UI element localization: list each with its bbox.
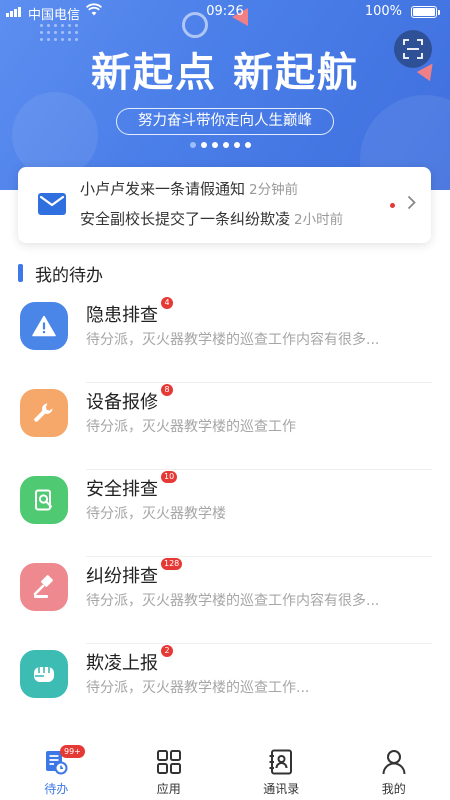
todo-icon-tile — [20, 389, 68, 437]
pager-dot[interactable] — [245, 142, 251, 148]
todo-description: 待分派，灭火器教学楼的巡查工作 — [86, 419, 296, 435]
notice-card[interactable]: 小卢卢发来一条请假通知 2分钟前 安全副校长提交了一条纠纷欺凌 2小时前 — [18, 167, 431, 243]
todo-description: 待分派，灭火器教学楼的巡查工作内容有很多... — [86, 332, 380, 348]
battery-percent: 100% — [364, 4, 402, 19]
notice-text: 小卢卢发来一条请假通知 — [80, 180, 246, 198]
pager-dot[interactable] — [223, 142, 229, 148]
tab-label: 通讯录 — [263, 782, 300, 796]
inspect-icon — [35, 489, 52, 511]
count-badge: 2 — [161, 645, 173, 657]
section-header: 我的待办 — [18, 262, 103, 286]
tab-contacts[interactable]: 通讯录 — [225, 740, 338, 800]
todo-title: 隐患排查 — [86, 305, 158, 326]
tab-label: 待办 — [44, 782, 69, 796]
pager-dot[interactable] — [201, 142, 207, 148]
count-badge: 4 — [161, 297, 173, 309]
gavel-icon — [33, 575, 53, 598]
todo-item-repair[interactable]: 设备报修 8 待分派，灭火器教学楼的巡查工作 — [0, 383, 450, 470]
chevron-right-icon[interactable] — [407, 194, 416, 215]
todo-description: 待分派，灭火器教学楼的巡查工作... — [86, 680, 310, 696]
todo-icon-tile — [20, 563, 68, 611]
todo-icon-tile — [20, 302, 68, 350]
tab-badge: 99+ — [60, 745, 85, 758]
pager-dot[interactable] — [190, 142, 196, 148]
banner[interactable]: 中国电信 09:26 100% 新起点 新起航 努力奋斗带你走向人生巅峰 — [0, 0, 450, 190]
status-bar: 中国电信 09:26 100% — [0, 0, 450, 24]
banner-title: 新起点 新起航 — [91, 50, 359, 96]
wrench-icon — [34, 403, 53, 422]
pager-dot[interactable] — [212, 142, 218, 148]
todo-description: 待分派，灭火器教学楼的巡查工作内容有很多... — [86, 593, 380, 609]
scan-button[interactable] — [394, 30, 432, 68]
todo-description: 待分派，灭火器教学楼 — [86, 506, 226, 522]
tab-apps[interactable]: 应用 — [113, 740, 226, 800]
todo-icon-tile — [20, 476, 68, 524]
banner-pager[interactable] — [190, 142, 251, 148]
todo-item-bullying[interactable]: 欺凌上报 2 待分派，灭火器教学楼的巡查工作... — [0, 644, 450, 731]
decor-circle — [12, 92, 98, 178]
notice-time: 2小时前 — [294, 212, 344, 228]
notice-time: 2分钟前 — [249, 182, 299, 198]
todo-title: 安全排查 — [86, 479, 158, 500]
tab-profile[interactable]: 我的 — [338, 740, 450, 800]
notice-text: 安全副校长提交了一条纠纷欺凌 — [80, 210, 291, 228]
tab-label: 我的 — [381, 782, 406, 796]
todo-title: 设备报修 — [86, 392, 158, 413]
mail-icon — [38, 193, 66, 215]
notice-item[interactable]: 安全副校长提交了一条纠纷欺凌 2小时前 — [80, 208, 343, 229]
count-badge: 10 — [161, 471, 178, 483]
section-marker — [18, 264, 23, 282]
tab-bar: 99+ 待办 应用 通讯录 我的 — [0, 740, 450, 800]
count-badge: 128 — [161, 558, 183, 570]
todo-item-safety[interactable]: 安全排查 10 待分派，灭火器教学楼 — [0, 470, 450, 557]
tab-label: 应用 — [156, 782, 181, 796]
count-badge: 8 — [161, 384, 173, 396]
banner-subtitle: 努力奋斗带你走向人生巅峰 — [116, 108, 334, 135]
contacts-icon — [269, 749, 293, 775]
user-icon — [382, 750, 406, 775]
pager-dot[interactable] — [234, 142, 240, 148]
todo-title: 欺凌上报 — [86, 653, 158, 674]
warning-icon — [32, 315, 56, 337]
unread-dot — [390, 203, 395, 208]
tab-todo[interactable]: 99+ 待办 — [0, 740, 113, 800]
notice-item[interactable]: 小卢卢发来一条请假通知 2分钟前 — [80, 178, 298, 199]
battery-icon — [411, 6, 440, 18]
scan-icon — [403, 39, 423, 59]
todo-title: 纠纷排查 — [86, 566, 158, 587]
fist-icon — [34, 667, 54, 682]
todo-item-dispute[interactable]: 纠纷排查 128 待分派，灭火器教学楼的巡查工作内容有很多... — [0, 557, 450, 644]
section-title: 我的待办 — [35, 265, 103, 286]
todo-item-hazard[interactable]: 隐患排查 4 待分派，灭火器教学楼的巡查工作内容有很多... — [0, 296, 450, 383]
todo-icon-tile — [20, 650, 68, 698]
grid-icon — [156, 750, 181, 774]
